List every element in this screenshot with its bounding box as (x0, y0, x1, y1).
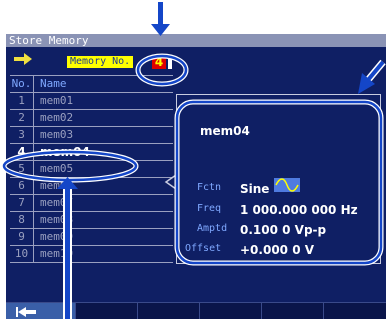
text-cursor (168, 55, 172, 69)
sine-wave-icon (274, 178, 300, 192)
row-number: 2 (10, 110, 34, 126)
memory-number-label: Memory No. (67, 56, 134, 68)
row-number: 3 (10, 127, 34, 143)
softkey-5[interactable] (262, 303, 324, 319)
row-name: mem05 (40, 162, 74, 175)
param-value: 1 000.000 000 Hz (240, 203, 358, 217)
memory-number-value[interactable]: 4 (152, 55, 166, 69)
table-row[interactable]: 9 mem09 (10, 229, 173, 246)
row-number: 1 (10, 93, 34, 109)
row-number: 10 (10, 246, 34, 262)
table-row[interactable]: 10 mem10 (10, 246, 173, 263)
memory-info-panel: mem04 Fctn Sine Freq 1 000.000 000 Hz Am… (176, 94, 381, 264)
row-number: 7 (10, 195, 34, 211)
softkey-3[interactable] (138, 303, 200, 319)
row-number: 5 (10, 161, 34, 177)
column-header-name: Name (40, 77, 67, 90)
softkey-4[interactable] (200, 303, 262, 319)
param-label: Amptd (197, 223, 228, 234)
table-row[interactable]: 6 mem06 (10, 178, 173, 195)
param-label: Offset (185, 243, 222, 254)
param-label: Freq (197, 203, 222, 214)
row-number: 8 (10, 212, 34, 228)
softkey-6[interactable] (324, 303, 386, 319)
row-name: mem01 (40, 94, 74, 107)
info-memory-name: mem04 (200, 124, 250, 138)
table-row[interactable]: 1 mem01 (10, 93, 173, 110)
param-value: 0.100 0 Vp-p (240, 223, 327, 237)
screen: Store Memory Memory No. 4 No. Name 1 mem0… (6, 34, 386, 319)
row-name: mem08 (40, 213, 74, 226)
table-row-selected[interactable]: 4 mem04 (10, 144, 173, 161)
right-arrow-icon (14, 53, 32, 65)
softkey-back[interactable] (6, 303, 76, 319)
memory-number-row[interactable]: Memory No. 4 (6, 50, 206, 70)
memory-list: No. Name 1 mem01 2 mem02 3 mem03 4 mem04 5 me… (10, 75, 173, 263)
row-number: 9 (10, 229, 34, 245)
row-number: 4 (10, 144, 34, 160)
param-value: +0.000 0 V (240, 243, 315, 257)
table-row[interactable]: 3 mem03 (10, 127, 173, 144)
callout-arrow-top (151, 2, 170, 36)
window-title: Store Memory (6, 34, 386, 47)
softkey-bar (6, 302, 386, 319)
row-name: mem10 (40, 247, 74, 260)
table-row[interactable]: 5 mem05 (10, 161, 173, 178)
table-row[interactable]: 7 mem07 (10, 195, 173, 212)
table-header: No. Name (10, 76, 173, 93)
column-header-no: No. (10, 76, 34, 92)
row-name: mem07 (40, 196, 74, 209)
row-name: mem03 (40, 128, 74, 141)
param-value: Sine (240, 182, 270, 196)
back-arrow-icon (16, 307, 36, 317)
row-number: 6 (10, 178, 34, 194)
row-name: mem06 (40, 179, 74, 192)
param-label: Fctn (197, 182, 222, 193)
softkey-2[interactable] (76, 303, 138, 319)
row-name: mem04 (40, 145, 90, 159)
row-name: mem02 (40, 111, 74, 124)
row-name: mem09 (40, 230, 74, 243)
table-row[interactable]: 8 mem08 (10, 212, 173, 229)
table-row[interactable]: 2 mem02 (10, 110, 173, 127)
